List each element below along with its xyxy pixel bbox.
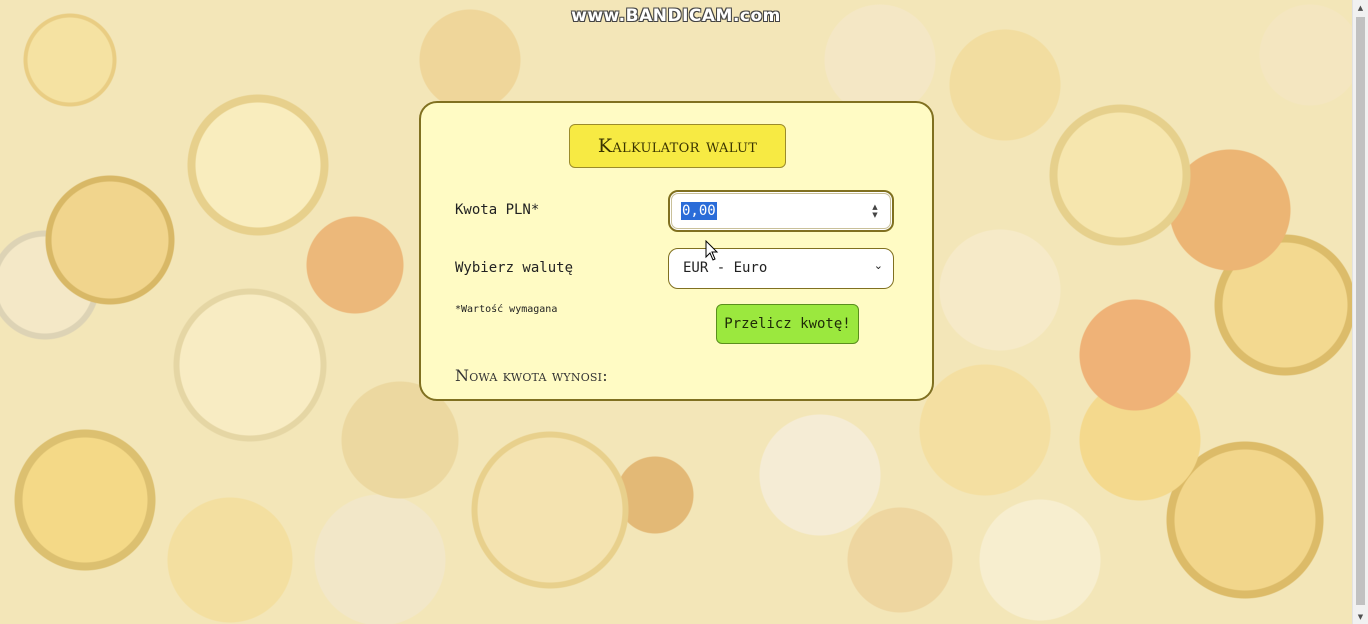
number-spinner-icon[interactable]: ▲ ▼ (870, 203, 880, 219)
currency-calculator-card: Kalkulator walut Kwota PLN* 0,00 ▲ ▼ Wybi… (419, 101, 934, 401)
currency-label: Wybierz walutę (455, 260, 574, 276)
page-title: Kalkulator walut (569, 124, 786, 168)
mouse-pointer-icon (705, 240, 719, 261)
result-label: Nowa kwota wynosi: (455, 366, 608, 385)
page-scrollbar[interactable]: ▲ ▼ (1352, 0, 1368, 624)
scroll-down-icon[interactable]: ▼ (1353, 609, 1368, 624)
scroll-thumb[interactable] (1356, 17, 1365, 605)
amount-value: 0,00 (681, 202, 717, 220)
amount-input[interactable]: 0,00 ▲ ▼ (668, 190, 894, 232)
currency-selected-value: EUR - Euro (683, 260, 768, 276)
required-note: *Wartość wymagana (455, 304, 558, 315)
amount-label: Kwota PLN* (455, 202, 540, 218)
scroll-up-icon[interactable]: ▲ (1353, 0, 1368, 15)
chevron-down-icon: ⌄ (873, 259, 883, 272)
recording-watermark: www.BANDICAM.com (571, 6, 781, 26)
convert-button[interactable]: Przelicz kwotę! (716, 304, 859, 344)
currency-select[interactable]: EUR - Euro ⌄ (668, 248, 894, 289)
